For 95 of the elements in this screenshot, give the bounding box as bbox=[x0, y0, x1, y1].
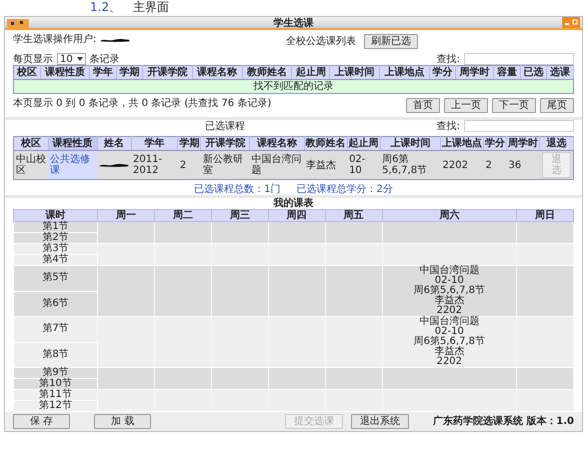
period-label: 第7节 bbox=[14, 316, 98, 342]
column-header: 周二 bbox=[154, 210, 212, 222]
table-cell: 中国台湾问题 bbox=[250, 150, 304, 180]
column-header[interactable]: 教师姓名 bbox=[304, 136, 348, 151]
footer-button[interactable]: 退出系统 bbox=[350, 414, 409, 430]
section-number: 1.2、 bbox=[90, 0, 122, 14]
column-header[interactable]: 上课地点 bbox=[379, 66, 430, 80]
column-header[interactable]: 学年 bbox=[90, 66, 116, 80]
column-header[interactable]: 学分 bbox=[429, 66, 456, 80]
pagination-button[interactable]: 上一页 bbox=[444, 98, 488, 114]
column-header[interactable]: 学分 bbox=[484, 136, 507, 151]
table-info-text: 本页显示 0 到 0 条记录，共 0 条记录 (共查找 76 条记录) bbox=[13, 98, 272, 110]
empty-table-message: 找不到匹配的记录 bbox=[14, 80, 574, 94]
column-header[interactable]: 上课时间 bbox=[380, 136, 441, 151]
pagination-button[interactable]: 尾页 bbox=[540, 98, 574, 114]
period-label: 第10节 bbox=[14, 378, 98, 390]
column-header: 周四 bbox=[268, 210, 326, 222]
column-header[interactable]: 退选 bbox=[540, 136, 574, 151]
window-title: 学生选课 bbox=[274, 18, 314, 30]
column-header[interactable]: 起止周 bbox=[292, 66, 330, 80]
column-header[interactable]: 学年 bbox=[131, 136, 178, 151]
column-header[interactable]: 已选 bbox=[520, 66, 547, 80]
section-title: 主界面 bbox=[133, 0, 170, 14]
table-cell: 中山校区 bbox=[14, 150, 48, 180]
column-header[interactable]: 选课 bbox=[546, 66, 574, 80]
column-header[interactable]: 学期 bbox=[116, 66, 143, 80]
period-label: 第8节 bbox=[14, 342, 98, 368]
window-controls-icon[interactable] bbox=[562, 17, 580, 28]
table-cell: 36 bbox=[506, 150, 540, 180]
course-list-title: 全校公选课列表 bbox=[286, 36, 356, 48]
pagination-button[interactable]: 首页 bbox=[406, 98, 440, 114]
table-cell: 周6第5,6,7,8节 bbox=[380, 150, 441, 180]
footer-button[interactable]: 保 存 bbox=[13, 414, 70, 430]
table-cell: 02-10 bbox=[347, 150, 380, 180]
period-label: 第11节 bbox=[14, 390, 98, 401]
column-header[interactable]: 校区 bbox=[14, 66, 40, 80]
column-header[interactable]: 学期 bbox=[178, 136, 201, 151]
search-label: 查找: bbox=[436, 54, 460, 65]
column-header: 周三 bbox=[211, 210, 268, 222]
column-header[interactable]: 课程性质 bbox=[48, 136, 98, 151]
search-label: 查找: bbox=[436, 120, 460, 132]
period-label: 第12节 bbox=[14, 400, 98, 412]
column-header[interactable]: 课程性质 bbox=[40, 66, 90, 80]
column-header[interactable]: 教师姓名 bbox=[242, 66, 292, 80]
dropdown-caret-icon bbox=[76, 57, 83, 62]
column-header: 周一 bbox=[98, 210, 154, 222]
page-size-select[interactable]: 10 bbox=[57, 53, 86, 66]
table-cell: 李益杰 bbox=[304, 150, 348, 180]
summary-text: 已选课程总学分：2分 bbox=[296, 184, 393, 196]
column-header[interactable]: 开课学院 bbox=[142, 66, 192, 80]
column-header: 周六 bbox=[382, 210, 516, 222]
column-header[interactable]: 开课学院 bbox=[200, 136, 250, 151]
section-title: 已选课程 bbox=[204, 120, 245, 132]
search-field[interactable] bbox=[464, 53, 574, 66]
column-header: 周五 bbox=[325, 210, 382, 222]
column-header: 周日 bbox=[516, 210, 574, 222]
table-cell: 公共选修课 bbox=[48, 150, 98, 180]
column-header[interactable]: 课程名称 bbox=[250, 136, 304, 151]
search-field[interactable] bbox=[464, 120, 574, 132]
table-cell: 2202 bbox=[440, 150, 484, 180]
column-header[interactable]: 周学时 bbox=[506, 136, 540, 151]
column-header[interactable]: 校区 bbox=[14, 136, 48, 151]
table-cell: 2 bbox=[484, 150, 507, 180]
column-header[interactable]: 上课时间 bbox=[330, 66, 380, 80]
course-entry: 中国台湾问题 02-10 周6第5,6,7,8节 李益杰 2202 bbox=[382, 316, 516, 368]
page-size-label: 条记录 bbox=[90, 54, 120, 65]
page-size-label: 每页显示 bbox=[13, 54, 53, 65]
column-header[interactable]: 周学时 bbox=[456, 66, 494, 80]
summary-text: 已选课程总数：1门 bbox=[194, 184, 280, 196]
column-header[interactable]: 姓名 bbox=[97, 136, 132, 151]
footer-button[interactable]: 加 载 bbox=[94, 414, 152, 430]
period-label: 第5节 bbox=[14, 266, 98, 292]
period-label: 第1节 bbox=[14, 222, 98, 233]
window-menu-icon[interactable] bbox=[7, 18, 29, 28]
column-header[interactable]: 起止周 bbox=[347, 136, 380, 151]
column-header[interactable]: 上课地点 bbox=[440, 136, 484, 151]
column-header[interactable]: 课程名称 bbox=[192, 66, 242, 80]
course-entry: 中国台湾问题 02-10 周6第5,6,7,8节 李益杰 2202 bbox=[382, 266, 516, 317]
table-cell: 2011-2012 bbox=[131, 150, 178, 180]
period-label: 第6节 bbox=[14, 291, 98, 317]
column-header: 课时 bbox=[14, 210, 98, 222]
column-header[interactable]: 容量 bbox=[494, 66, 520, 80]
table-cell: 新公教研室 bbox=[200, 150, 250, 180]
section-title: 我的课表 bbox=[274, 198, 314, 210]
redaction-scribble bbox=[99, 162, 130, 168]
period-label: 第9节 bbox=[14, 368, 98, 379]
version-text: 广东药学院选课系统 版本：1.0 bbox=[432, 416, 574, 428]
pagination-button[interactable]: 下一页 bbox=[492, 98, 536, 114]
period-label: 第3节 bbox=[14, 244, 98, 255]
refresh-button[interactable]: 刷新已选 bbox=[364, 34, 418, 50]
operator-label: 学生选课操作用户: bbox=[13, 34, 96, 46]
table-cell: 2 bbox=[178, 150, 201, 180]
period-label: 第2节 bbox=[14, 232, 98, 244]
redaction-scribble bbox=[100, 36, 130, 43]
period-label: 第4节 bbox=[14, 254, 98, 266]
